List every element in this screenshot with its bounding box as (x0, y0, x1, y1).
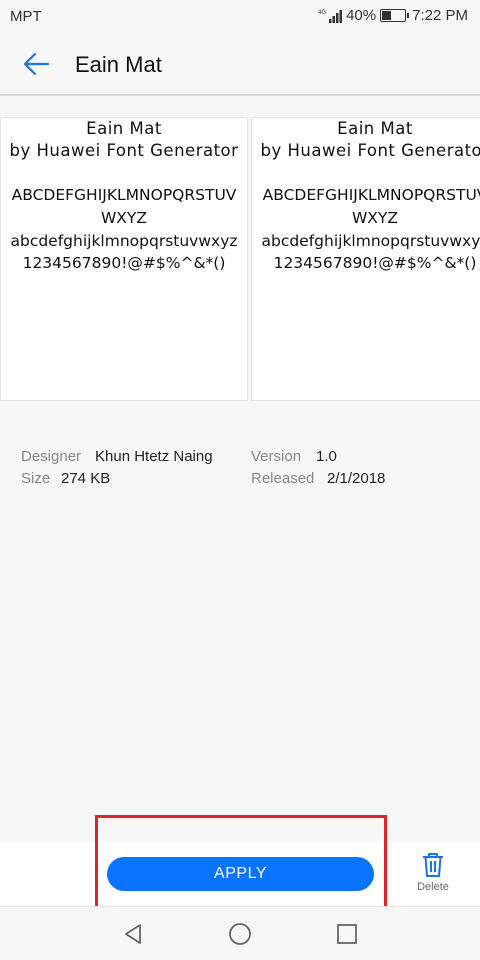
svg-text:4G: 4G (318, 10, 326, 16)
arrow-left-icon (23, 52, 50, 76)
back-button[interactable] (18, 48, 54, 80)
preview-font-name: Eain Mat (86, 119, 162, 138)
status-bar: MPT 4G 40% 7:22 PM (0, 0, 480, 34)
designer-value: Khun Htetz Naing (95, 448, 213, 465)
designer-label: Designer (21, 448, 82, 465)
preview-subtitle: by Huawei Font Generator (9, 141, 239, 160)
version-row: Version 1.0 (251, 446, 385, 468)
preview-symbols: 1234567890!@#$%^&*() (273, 254, 477, 272)
designer-row: Designer Khun Htetz Naing (21, 446, 213, 468)
preview-subtitle: by Huawei Font Generator (260, 141, 480, 160)
status-indicators: 4G 40% 7:22 PM (318, 7, 468, 24)
version-label: Version (251, 448, 302, 465)
nav-back-button[interactable] (120, 921, 146, 947)
trash-icon (423, 853, 443, 877)
size-row: Size 274 KB (21, 468, 213, 490)
preview-lowercase: abcdefghijklmnopqrstuvwxyz (10, 232, 238, 250)
font-info-left: Designer Khun Htetz Naing Size 274 KB (21, 446, 213, 490)
battery-icon (380, 9, 410, 22)
apply-button[interactable]: APPLY (107, 857, 374, 891)
triangle-back-icon (125, 924, 141, 944)
released-label: Released (251, 470, 315, 487)
preview-uppercase: ABCDEFGHIJKLMNOPQRSTUV WXYZ (262, 186, 480, 227)
nav-home-button[interactable] (227, 921, 253, 947)
system-nav-bar (0, 906, 480, 960)
font-preview-card[interactable]: Eain Mat by Huawei Font Generator ABCDEF… (0, 117, 248, 401)
preview-lowercase: abcdefghijklmnopqrstuvwxyz (261, 232, 480, 250)
font-info-right: Version 1.0 Released 2/1/2018 (251, 446, 385, 490)
font-previews[interactable]: Eain Mat by Huawei Font Generator ABCDEF… (0, 117, 480, 401)
signal-icon: 4G (318, 9, 343, 23)
version-value: 1.0 (316, 448, 337, 465)
app-bar: Eain Mat (0, 34, 480, 94)
nav-recents-button[interactable] (334, 921, 360, 947)
preview-symbols: 1234567890!@#$%^&*() (22, 254, 226, 272)
carrier-name: MPT (10, 8, 42, 25)
circle-home-icon (229, 923, 251, 945)
header-divider (0, 94, 480, 96)
size-value: 274 KB (61, 470, 111, 487)
square-recents-icon (337, 924, 357, 944)
page-title: Eain Mat (75, 52, 162, 77)
clock: 7:22 PM (412, 7, 468, 24)
delete-label: Delete (417, 881, 449, 893)
preview-uppercase: ABCDEFGHIJKLMNOPQRSTUV WXYZ (11, 186, 237, 227)
released-row: Released 2/1/2018 (251, 468, 385, 490)
delete-button[interactable]: Delete (408, 852, 458, 902)
released-value: 2/1/2018 (327, 470, 386, 487)
battery-percent: 40% (346, 7, 377, 24)
size-label: Size (21, 470, 51, 487)
bottom-action-bar: APPLY Delete (0, 842, 480, 906)
font-preview-card[interactable]: Eain Mat by Huawei Font Generator ABCDEF… (251, 117, 480, 401)
preview-font-name: Eain Mat (337, 119, 413, 138)
